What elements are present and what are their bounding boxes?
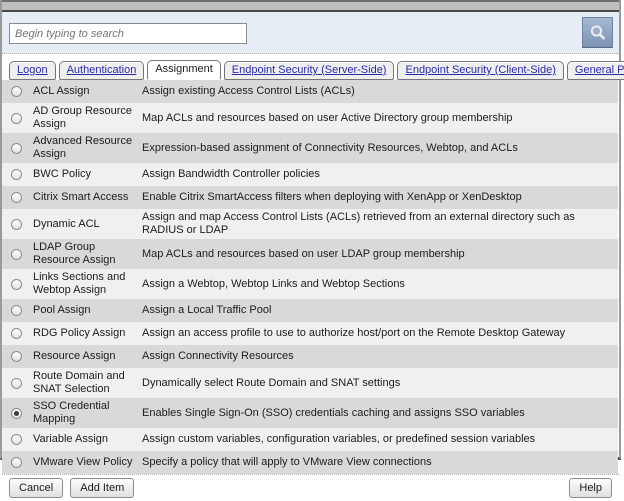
item-description: Enable Citrix SmartAccess filters when d… bbox=[142, 191, 610, 204]
tab-logon[interactable]: Logon bbox=[9, 61, 56, 80]
item-description: Map ACLs and resources based on user Act… bbox=[142, 112, 610, 125]
table-row: ACL Assign Assign existing Access Control… bbox=[2, 80, 618, 103]
radio-icon[interactable] bbox=[11, 305, 22, 316]
radio-icon[interactable] bbox=[11, 113, 22, 124]
search-button[interactable] bbox=[582, 17, 613, 48]
radio-icon[interactable] bbox=[11, 328, 22, 339]
radio-icon[interactable] bbox=[11, 434, 22, 445]
radio-icon[interactable] bbox=[11, 457, 22, 468]
tab-assignment[interactable]: Assignment bbox=[147, 60, 220, 80]
item-description: Assign an access profile to use to autho… bbox=[142, 327, 610, 340]
radio-icon[interactable] bbox=[11, 86, 22, 97]
item-description: Enables Single Sign-On (SSO) credentials… bbox=[142, 407, 610, 420]
item-description: Specify a policy that will apply to VMwa… bbox=[142, 456, 610, 469]
item-description: Assign existing Access Control Lists (AC… bbox=[142, 85, 610, 98]
tab-endpoint-security-client-side[interactable]: Endpoint Security (Client-Side) bbox=[397, 61, 563, 80]
item-name: Pool Assign bbox=[33, 304, 133, 317]
policy-item-list: ACL Assign Assign existing Access Control… bbox=[2, 80, 618, 474]
radio-icon[interactable] bbox=[11, 192, 22, 203]
table-row: Advanced Resource Assign Expression-based… bbox=[2, 133, 618, 163]
item-name: AD Group Resource Assign bbox=[33, 105, 133, 131]
table-row: VMware View Policy Specify a policy that … bbox=[2, 451, 618, 474]
item-description: Assign and map Access Control Lists (ACL… bbox=[142, 211, 610, 237]
item-description: Assign a Webtop, Webtop Links and Webtop… bbox=[142, 278, 610, 291]
table-row: Route Domain and SNAT Selection Dynamical… bbox=[2, 368, 618, 398]
item-name: LDAP Group Resource Assign bbox=[33, 241, 133, 267]
table-row: AD Group Resource Assign Map ACLs and res… bbox=[2, 103, 618, 133]
item-description: Assign a Local Traffic Pool bbox=[142, 304, 610, 317]
tab-general-purpose[interactable]: General Purpose bbox=[567, 61, 624, 80]
item-name: Variable Assign bbox=[33, 433, 133, 446]
radio-icon[interactable] bbox=[11, 249, 22, 260]
item-name: VMware View Policy bbox=[33, 456, 133, 469]
item-name: BWC Policy bbox=[33, 168, 133, 181]
radio-icon[interactable] bbox=[11, 219, 22, 230]
table-row: Dynamic ACL Assign and map Access Control… bbox=[2, 209, 618, 239]
table-row: Links Sections and Webtop Assign Assign a… bbox=[2, 269, 618, 299]
table-row: BWC Policy Assign Bandwidth Controller po… bbox=[2, 163, 618, 186]
dialog-titlebar bbox=[2, 0, 619, 12]
magnifier-icon bbox=[589, 24, 607, 42]
item-name: Route Domain and SNAT Selection bbox=[33, 370, 133, 396]
footer-bar: Cancel Add Item Help bbox=[2, 474, 619, 501]
add-item-dialog: LogonAuthenticationAssignmentEndpoint Se… bbox=[0, 0, 621, 460]
search-bar bbox=[2, 12, 619, 54]
tab-endpoint-security-server-side[interactable]: Endpoint Security (Server-Side) bbox=[224, 61, 395, 80]
table-row: SSO Credential Mapping Enables Single Sig… bbox=[2, 398, 618, 428]
item-description: Assign Bandwidth Controller policies bbox=[142, 168, 610, 181]
item-description: Assign custom variables, configuration v… bbox=[142, 433, 610, 446]
search-input[interactable] bbox=[9, 23, 247, 44]
tab-bar: LogonAuthenticationAssignmentEndpoint Se… bbox=[2, 60, 619, 80]
radio-icon[interactable] bbox=[11, 169, 22, 180]
cancel-button[interactable]: Cancel bbox=[9, 478, 63, 498]
table-row: Variable Assign Assign custom variables, … bbox=[2, 428, 618, 451]
item-description: Expression-based assignment of Connectiv… bbox=[142, 142, 610, 155]
item-name: ACL Assign bbox=[33, 85, 133, 98]
tab-authentication[interactable]: Authentication bbox=[59, 61, 145, 80]
item-name: Resource Assign bbox=[33, 350, 133, 363]
item-name: RDG Policy Assign bbox=[33, 327, 133, 340]
table-row: Pool Assign Assign a Local Traffic Pool bbox=[2, 299, 618, 322]
radio-icon[interactable] bbox=[11, 279, 22, 290]
item-name: Citrix Smart Access bbox=[33, 191, 133, 204]
table-row: RDG Policy Assign Assign an access profil… bbox=[2, 322, 618, 345]
item-name: Dynamic ACL bbox=[33, 218, 133, 231]
item-name: SSO Credential Mapping bbox=[33, 400, 133, 426]
radio-icon[interactable] bbox=[11, 143, 22, 154]
table-row: LDAP Group Resource Assign Map ACLs and r… bbox=[2, 239, 618, 269]
item-name: Advanced Resource Assign bbox=[33, 135, 133, 161]
radio-icon[interactable] bbox=[11, 378, 22, 389]
radio-selected-icon[interactable] bbox=[11, 408, 22, 419]
table-row: Citrix Smart Access Enable Citrix SmartAc… bbox=[2, 186, 618, 209]
item-description: Dynamically select Route Domain and SNAT… bbox=[142, 377, 610, 390]
radio-icon[interactable] bbox=[11, 351, 22, 362]
item-description: Map ACLs and resources based on user LDA… bbox=[142, 248, 610, 261]
help-button[interactable]: Help bbox=[569, 478, 612, 498]
table-row: Resource Assign Assign Connectivity Resou… bbox=[2, 345, 618, 368]
add-item-button[interactable]: Add Item bbox=[70, 478, 134, 498]
item-name: Links Sections and Webtop Assign bbox=[33, 271, 133, 297]
item-description: Assign Connectivity Resources bbox=[142, 350, 610, 363]
